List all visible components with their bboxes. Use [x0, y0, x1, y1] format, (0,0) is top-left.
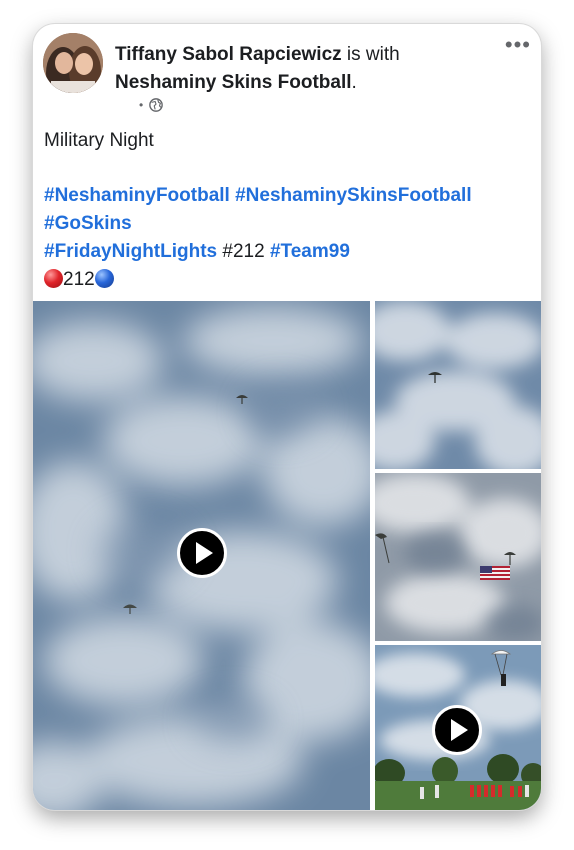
hashtag-link[interactable]: #FridayNightLights	[44, 241, 217, 262]
post-text: Military Night #NeshaminyFootball #Nesha…	[44, 127, 524, 294]
post-card: Tiffany Sabol Rapciewicz is with Neshami…	[33, 24, 541, 810]
author-name[interactable]: Tiffany Sabol Rapciewicz	[115, 44, 342, 65]
flag-icon	[480, 566, 510, 580]
hashtag-link[interactable]: #NeshaminyFootball	[44, 185, 230, 206]
play-button-icon[interactable]	[177, 528, 227, 578]
with-text: is with	[341, 44, 400, 65]
blue-circle-emoji-icon	[94, 269, 114, 288]
red-circle-emoji-icon	[44, 269, 63, 288]
hashtag-link[interactable]: #NeshaminySkinsFootball	[235, 185, 472, 206]
plain-tag-text: #212	[222, 241, 265, 262]
video-tile-field[interactable]	[375, 645, 541, 810]
post-header: Tiffany Sabol Rapciewicz is with Neshami…	[115, 41, 495, 97]
main-video-tile[interactable]	[33, 301, 370, 810]
hashtag-line-2: #GoSkins	[44, 210, 524, 238]
play-button-icon[interactable]	[432, 705, 482, 755]
more-options-icon[interactable]: •••	[505, 34, 531, 56]
hashtag-line-1: #NeshaminyFootball #NeshaminySkinsFootba…	[44, 182, 524, 210]
media-grid	[33, 301, 541, 810]
post-title-line: Military Night	[44, 130, 154, 151]
tagged-page-name[interactable]: Neshaminy Skins Football	[115, 72, 352, 93]
photo-tile-parachute[interactable]	[375, 301, 541, 469]
meta-dot: •	[139, 98, 144, 112]
hashtag-line-3: #FridayNightLights #212 #Team99	[44, 238, 524, 266]
period: .	[351, 72, 357, 93]
globe-icon[interactable]	[149, 98, 164, 112]
hashtag-link[interactable]: #GoSkins	[44, 213, 132, 234]
photo-tile-flag[interactable]	[375, 473, 541, 641]
author-avatar[interactable]	[43, 33, 103, 93]
hashtag-link[interactable]: #Team99	[270, 241, 350, 262]
emoji-line: 212	[44, 266, 524, 294]
emoji-line-text: 212	[63, 269, 95, 290]
post-meta: •	[139, 98, 164, 112]
